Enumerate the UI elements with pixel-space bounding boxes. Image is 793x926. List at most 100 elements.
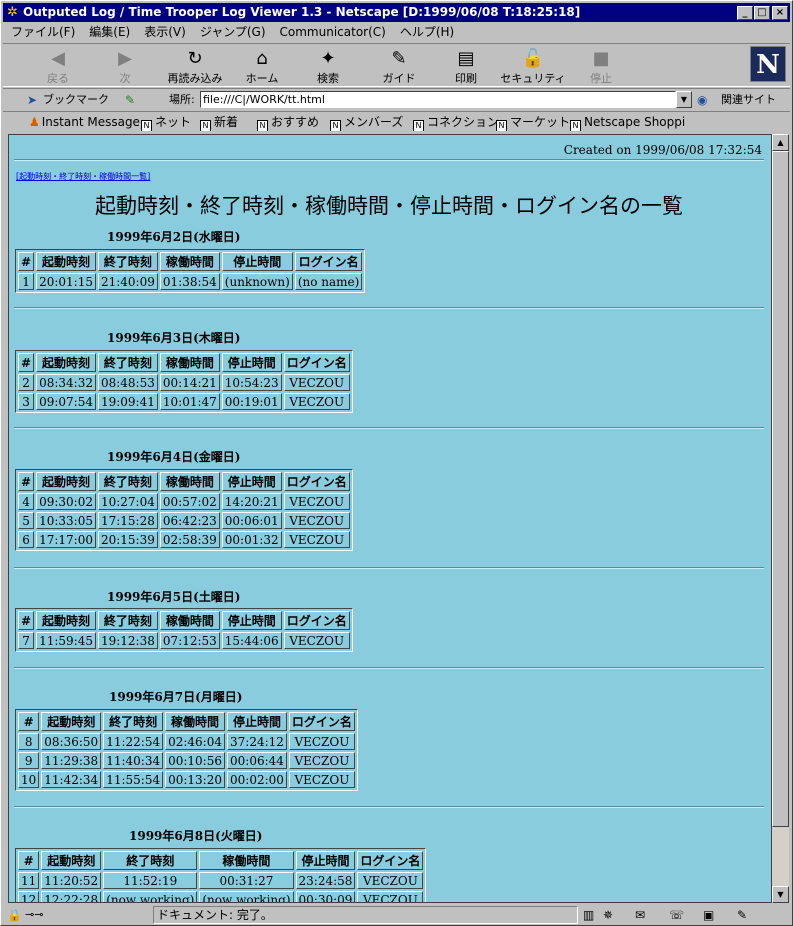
- forward-button[interactable]: ▶ 次: [92, 48, 158, 88]
- home-button[interactable]: ⌂ ホーム: [229, 48, 295, 88]
- column-header: 稼働時間: [165, 712, 225, 731]
- mail-icon[interactable]: ✉: [635, 905, 645, 925]
- table-row: 5 10:33:05 17:15:28 06:42:23 00:06:01 VECZOU: [18, 512, 350, 529]
- lock-button[interactable]: 🔓 セキュリティ: [500, 48, 566, 88]
- menu-help[interactable]: ヘルプ(H): [400, 25, 454, 39]
- column-header: #: [18, 472, 35, 491]
- personal-link-netscape-shopping[interactable]: N Netscape Shoppi: [570, 112, 685, 131]
- pen-icon[interactable]: ✎: [737, 905, 747, 925]
- stop-icon: ■: [592, 48, 610, 69]
- menu-communicator[interactable]: Communicator(C): [280, 25, 386, 39]
- composer-icon[interactable]: ▣: [703, 905, 714, 925]
- divider: [14, 427, 764, 429]
- page-proxy-icon[interactable]: ✎: [125, 89, 135, 111]
- bookmark-label[interactable]: ブックマーク: [43, 89, 109, 111]
- table-cell: 3: [18, 393, 35, 410]
- personal-link-recommended[interactable]: N おすすめ: [257, 112, 319, 131]
- instant-message-button[interactable]: ♟ Instant Message: [29, 112, 140, 131]
- table-cell: VECZOU: [357, 872, 424, 889]
- minimize-button[interactable]: _: [737, 6, 753, 20]
- search-button[interactable]: ✦ 検索: [295, 48, 361, 88]
- table-cell: 00:13:20: [165, 771, 225, 788]
- back-button[interactable]: ◀ 戻る: [25, 48, 91, 88]
- column-header: 停止時間: [227, 712, 287, 731]
- table-row: 2 08:34:32 08:48:53 00:14:21 10:54:23 VECZOU: [18, 374, 350, 391]
- table-cell: (now working): [199, 891, 294, 902]
- table-row: 8 08:36:50 11:22:54 02:46:04 37:24:12 VECZOU: [18, 733, 355, 750]
- column-header: #: [18, 851, 40, 870]
- back-icon: ◀: [51, 48, 65, 69]
- table-cell: (no name): [294, 273, 363, 290]
- day-heading: 1999年6月5日(土曜日): [107, 590, 241, 604]
- bookmark-icon[interactable]: ➤: [27, 89, 37, 111]
- table-cell: 20:01:15: [36, 273, 96, 290]
- scroll-up-icon[interactable]: ▲: [772, 134, 789, 151]
- window-title: Outputed Log / Time Trooper Log Viewer 1…: [23, 5, 581, 19]
- discussions-icon[interactable]: ☏: [669, 905, 684, 925]
- scroll-thumb[interactable]: [772, 151, 789, 827]
- column-header: 起動時刻: [41, 851, 102, 870]
- menu-go[interactable]: ジャンプ(G): [200, 25, 266, 39]
- column-header: #: [18, 611, 35, 630]
- table-cell: 11:59:45: [36, 632, 96, 649]
- column-header: 稼働時間: [159, 611, 220, 630]
- table-cell: 12: [18, 891, 40, 902]
- table-cell: 7: [18, 632, 35, 649]
- column-header: 稼働時間: [159, 472, 220, 491]
- stop-button[interactable]: ■ 停止: [568, 48, 634, 88]
- page-icon: N: [141, 120, 152, 131]
- menu-view[interactable]: 表示(V): [144, 25, 186, 39]
- log-table: # 起動時刻 終了時刻 稼働時間 停止時間 ログイン名 8 08:36:50 11:22:54 0…: [15, 709, 358, 791]
- table-cell: 12:22:28: [41, 891, 102, 902]
- table-cell: 00:06:44: [227, 752, 287, 769]
- page-icon: N: [496, 120, 507, 131]
- table-cell: 5: [18, 512, 35, 529]
- table-cell: 37:24:12: [227, 733, 287, 750]
- menu-edit[interactable]: 編集(E): [89, 25, 130, 39]
- table-cell: 09:30:02: [36, 493, 96, 510]
- page-title: 起動時刻・終了時刻・稼働時間・停止時間・ログイン名の一覧: [95, 194, 683, 218]
- personal-link-connection[interactable]: N コネクション: [413, 112, 499, 131]
- table-cell: VECZOU: [283, 374, 350, 391]
- menu-file[interactable]: ファイル(F): [11, 25, 75, 39]
- maximize-button[interactable]: □: [754, 6, 770, 20]
- reload-icon: ↻: [187, 48, 203, 69]
- guide-icon: ✎: [391, 48, 407, 69]
- status-separator: ▥: [583, 908, 595, 922]
- location-dropdown-icon[interactable]: ▼: [676, 91, 692, 108]
- related-sites-label[interactable]: 関連サイト: [721, 89, 776, 111]
- guide-button[interactable]: ✎ ガイド: [366, 48, 432, 88]
- table-row: 3 09:07:54 19:09:41 10:01:47 00:19:01 VECZOU: [18, 393, 350, 410]
- title-bar[interactable]: ✲ Outputed Log / Time Trooper Log Viewer…: [3, 3, 790, 22]
- related-sites-icon[interactable]: ◉: [697, 89, 707, 111]
- divider: [14, 667, 764, 669]
- reload-button[interactable]: ↻ 再読み込み: [162, 48, 228, 88]
- personal-link-net[interactable]: N ネット: [141, 112, 191, 131]
- vertical-scrollbar[interactable]: ▲ ▼: [772, 134, 789, 903]
- table-header-row: # 起動時刻 終了時刻 稼働時間 停止時間 ログイン名: [18, 851, 424, 870]
- table-cell: VECZOU: [357, 891, 424, 902]
- toolbar-label: 次: [119, 72, 131, 85]
- scroll-down-icon[interactable]: ▼: [772, 886, 789, 903]
- table-cell: 10: [18, 771, 40, 788]
- table-row: 4 09:30:02 10:27:04 00:57:02 14:20:21 VECZOU: [18, 493, 350, 510]
- table-cell: 11:22:54: [103, 733, 164, 750]
- forward-icon: ▶: [118, 48, 132, 69]
- location-input[interactable]: file:///C|/WORK/tt.html: [200, 91, 676, 108]
- column-header: 起動時刻: [36, 252, 96, 271]
- close-button[interactable]: ×: [772, 6, 788, 20]
- security-lock-icon[interactable]: 🔒: [7, 905, 22, 925]
- print-button[interactable]: ▤ 印刷: [433, 48, 499, 88]
- personal-link-members[interactable]: N メンバーズ: [330, 112, 403, 131]
- netscape-app-icon[interactable]: ✲: [5, 5, 20, 20]
- personal-link-market[interactable]: N マーケット: [496, 112, 570, 131]
- personal-link-new[interactable]: N 新着: [200, 112, 238, 131]
- top-link[interactable]: [起動時刻・終了時刻・稼働時間一覧]: [16, 171, 150, 182]
- log-table: # 起動時刻 終了時刻 稼働時間 停止時間 ログイン名 11 11:20:52 11:52:19…: [15, 848, 427, 902]
- page-content[interactable]: Created on 1999/06/08 17:32:54 [起動時刻・終了時…: [8, 134, 772, 903]
- netscape-logo[interactable]: N: [750, 46, 786, 82]
- table-row: 1 20:01:15 21:40:09 01:38:54 (unknown) (no na…: [18, 273, 363, 290]
- column-header: 起動時刻: [36, 472, 96, 491]
- personal-toolbar: ♟ Instant Message N ネット N 新着 N おすすめ N メンバーズ N…: [3, 111, 790, 131]
- navigator-icon[interactable]: ✵: [603, 905, 613, 925]
